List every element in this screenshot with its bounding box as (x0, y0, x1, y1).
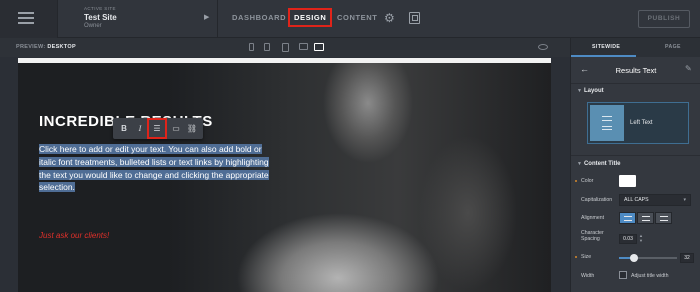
capitalization-label: Capitalization (581, 197, 613, 203)
panel-header: ← Results Text ✎ (571, 57, 700, 83)
site-role: Owner (84, 23, 102, 29)
panel-title: Results Text (615, 66, 657, 75)
size-value[interactable]: 32 (680, 253, 694, 263)
site-name: Test Site (84, 13, 117, 22)
tab-page[interactable]: PAGE (665, 44, 681, 50)
link-icon[interactable]: ⛓ (185, 122, 199, 135)
panel-tabs: SITEWIDE PAGE (571, 38, 700, 57)
preview-caption: PREVIEW: (16, 44, 46, 50)
nav-design[interactable]: DESIGN (288, 8, 333, 27)
caret-down-icon: ▼ (577, 161, 582, 167)
divider (571, 83, 700, 84)
publish-button[interactable]: PUBLISH (638, 10, 690, 28)
size-label: Size (581, 254, 592, 260)
body-text[interactable]: Click here to add or edit your text. You… (39, 143, 279, 194)
page-canvas: INCREDIBLE RESULTS B I ☰ ▭ ⛓ Click here … (18, 58, 551, 292)
size-slider[interactable] (619, 254, 677, 262)
text-lines-icon (602, 116, 612, 130)
desktop-icon[interactable] (314, 43, 324, 51)
spinner-arrows-icon[interactable]: ▲ ▼ (639, 233, 643, 243)
settings-panel: SITEWIDE PAGE ← Results Text ✎ ▼ Layout L… (570, 38, 700, 292)
top-bar: ACTIVE SITE Test Site Owner ▶ DASHBOARD … (0, 0, 700, 38)
chevron-down-icon: ▾ (683, 197, 686, 203)
pages-icon[interactable] (409, 12, 420, 24)
site-selector[interactable]: ACTIVE SITE Test Site Owner ▶ (58, 0, 218, 38)
phone-small-icon[interactable] (249, 43, 254, 51)
align-right-icon (660, 216, 668, 221)
nav-dashboard[interactable]: DASHBOARD (232, 13, 286, 22)
gear-icon[interactable]: ⚙ (384, 11, 395, 25)
eye-icon[interactable] (538, 44, 548, 50)
content-title-section-title: Content Title (583, 161, 621, 167)
alignment-group (619, 212, 673, 224)
image-icon[interactable]: ▭ (169, 122, 183, 135)
text-format-toolbar: B I ☰ ▭ ⛓ (113, 118, 203, 139)
align-center-icon (642, 216, 650, 221)
tablet-icon[interactable] (282, 43, 289, 52)
alignment-label: Alignment (581, 215, 605, 221)
layout-label: Left Text (630, 120, 653, 126)
tablet-landscape-icon[interactable] (299, 43, 308, 50)
align-left-icon (624, 216, 632, 221)
color-swatch[interactable] (619, 175, 636, 187)
layout-section-header[interactable]: ▼ Layout (577, 88, 604, 94)
tab-sitewide[interactable]: SITEWIDE (592, 44, 620, 50)
size-slider-handle[interactable] (629, 254, 638, 262)
preview-label: PREVIEW: DESKTOP (16, 44, 76, 50)
menu-icon[interactable] (18, 12, 34, 24)
character-spacing-input[interactable]: 0.03 (619, 234, 637, 244)
bold-button[interactable]: B (117, 122, 131, 135)
italic-button[interactable]: I (133, 122, 147, 135)
tagline[interactable]: Just ask our clients! (39, 231, 109, 240)
selected-text[interactable]: Click here to add or edit your text. You… (39, 144, 269, 193)
chevron-right-icon[interactable]: ▶ (204, 13, 209, 21)
nav-content[interactable]: CONTENT (337, 13, 377, 22)
divider (571, 155, 700, 156)
capitalization-value: ALL CAPS (624, 197, 649, 203)
phone-icon[interactable] (264, 43, 270, 51)
modified-dot (575, 180, 577, 182)
capitalization-select[interactable]: ALL CAPS ▾ (619, 194, 691, 206)
color-label: Color (581, 178, 594, 184)
adjust-width-checkbox[interactable] (619, 271, 627, 279)
pencil-icon[interactable]: ✎ (685, 64, 692, 73)
layout-thumbnail (590, 105, 624, 141)
preview-bar: PREVIEW: DESKTOP (0, 38, 570, 57)
site-caption: ACTIVE SITE (84, 6, 116, 11)
layout-option[interactable]: Left Text (587, 102, 689, 144)
menu-area[interactable] (0, 0, 58, 38)
modified-dot (575, 256, 577, 258)
align-center-button[interactable] (637, 212, 654, 224)
adjust-width-label: Adjust title width (631, 273, 669, 279)
align-right-button[interactable] (655, 212, 672, 224)
layout-section-title: Layout (583, 88, 604, 94)
content-title-section-header[interactable]: ▼ Content Title (577, 161, 621, 167)
caret-down-icon: ▼ (577, 88, 582, 94)
character-spacing-label: Character Spacing (581, 230, 604, 242)
preview-device: DESKTOP (47, 44, 76, 50)
align-left-button[interactable] (619, 212, 636, 224)
width-label: Width (581, 273, 595, 279)
list-icon[interactable]: ☰ (150, 122, 164, 135)
